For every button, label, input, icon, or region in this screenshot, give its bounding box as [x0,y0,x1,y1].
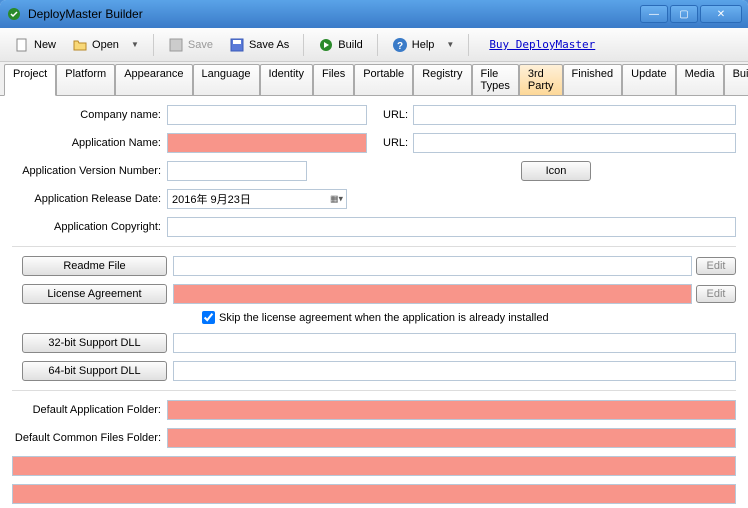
skip-license-checkbox[interactable] [202,311,215,324]
maximize-button[interactable]: ▢ [670,5,698,23]
window-title: DeployMaster Builder [28,7,640,21]
appname-label: Application Name: [12,137,167,149]
new-icon [14,37,30,53]
tab-identity[interactable]: Identity [260,64,313,95]
dll32-button[interactable]: 32-bit Support DLL [22,333,167,353]
build-icon [318,37,334,53]
content-panel: Company name: URL: Application Name: URL… [0,96,748,508]
company-url-input[interactable] [413,105,736,125]
app-url-input[interactable] [413,133,736,153]
defappfolder-label: Default Application Folder: [12,404,167,416]
tab-appearance[interactable]: Appearance [115,64,192,95]
version-input[interactable] [167,161,307,181]
tab-media[interactable]: Media [676,64,724,95]
help-button[interactable]: ? Help ▼ [386,34,461,56]
defcommon-input[interactable] [167,428,736,448]
tab-platform[interactable]: Platform [56,64,115,95]
toolbar: New Open ▼ Save Save As Build ? Help ▼ B… [0,28,748,62]
tab-filetypes[interactable]: File Types [472,64,519,95]
extra-red-input-1[interactable] [12,456,736,476]
tab-project[interactable]: Project [4,64,56,96]
tab-files[interactable]: Files [313,64,354,95]
skip-license-label: Skip the license agreement when the appl… [219,312,549,324]
separator [468,34,469,56]
separator [12,246,736,247]
help-icon: ? [392,37,408,53]
minimize-button[interactable]: — [640,5,668,23]
reldate-label: Application Release Date: [12,193,167,205]
tab-3rdparty[interactable]: 3rd Party [519,64,563,95]
extra-red-input-2[interactable] [12,484,736,504]
saveas-button[interactable]: Save As [223,34,295,56]
separator [153,34,154,56]
close-button[interactable]: ✕ [700,5,742,23]
build-button[interactable]: Build [312,34,368,56]
company-label: Company name: [12,109,167,121]
readme-button[interactable]: Readme File [22,256,167,276]
buy-link[interactable]: Buy DeployMaster [489,38,595,51]
defappfolder-input[interactable] [167,400,736,420]
url-label-1: URL: [383,109,413,121]
chevron-down-icon: ▼ [446,40,454,49]
tab-registry[interactable]: Registry [413,64,471,95]
dll64-input[interactable] [173,361,736,381]
tab-finished[interactable]: Finished [563,64,623,95]
icon-button[interactable]: Icon [521,161,591,181]
separator [12,390,736,391]
tab-strip: Project Platform Appearance Language Ide… [0,62,748,96]
tab-update[interactable]: Update [622,64,675,95]
separator [303,34,304,56]
license-edit-button[interactable]: Edit [696,285,736,303]
readme-input[interactable] [173,256,692,276]
tab-language[interactable]: Language [193,64,260,95]
save-icon [168,37,184,53]
separator [377,34,378,56]
copyright-input[interactable] [167,217,736,237]
version-label: Application Version Number: [12,165,167,177]
company-input[interactable] [167,105,367,125]
copyright-label: Application Copyright: [12,221,167,233]
reldate-input[interactable] [167,189,347,209]
appname-input[interactable] [167,133,367,153]
window-controls: — ▢ ✕ [640,5,742,23]
dll32-input[interactable] [173,333,736,353]
saveas-icon [229,37,245,53]
license-input[interactable] [173,284,692,304]
license-button[interactable]: License Agreement [22,284,167,304]
readme-edit-button[interactable]: Edit [696,257,736,275]
url-label-2: URL: [383,137,413,149]
new-button[interactable]: New [8,34,62,56]
chevron-down-icon: ▼ [131,40,139,49]
app-icon [6,6,22,22]
tab-portable[interactable]: Portable [354,64,413,95]
tab-build[interactable]: Build [724,64,748,95]
defcommon-label: Default Common Files Folder: [12,432,167,444]
dll64-button[interactable]: 64-bit Support DLL [22,361,167,381]
window: DeployMaster Builder — ▢ ✕ New Open ▼ Sa… [0,0,748,508]
save-button: Save [162,34,219,56]
open-icon [72,37,88,53]
open-button[interactable]: Open ▼ [66,34,145,56]
titlebar[interactable]: DeployMaster Builder — ▢ ✕ [0,0,748,28]
svg-text:?: ? [397,41,403,52]
